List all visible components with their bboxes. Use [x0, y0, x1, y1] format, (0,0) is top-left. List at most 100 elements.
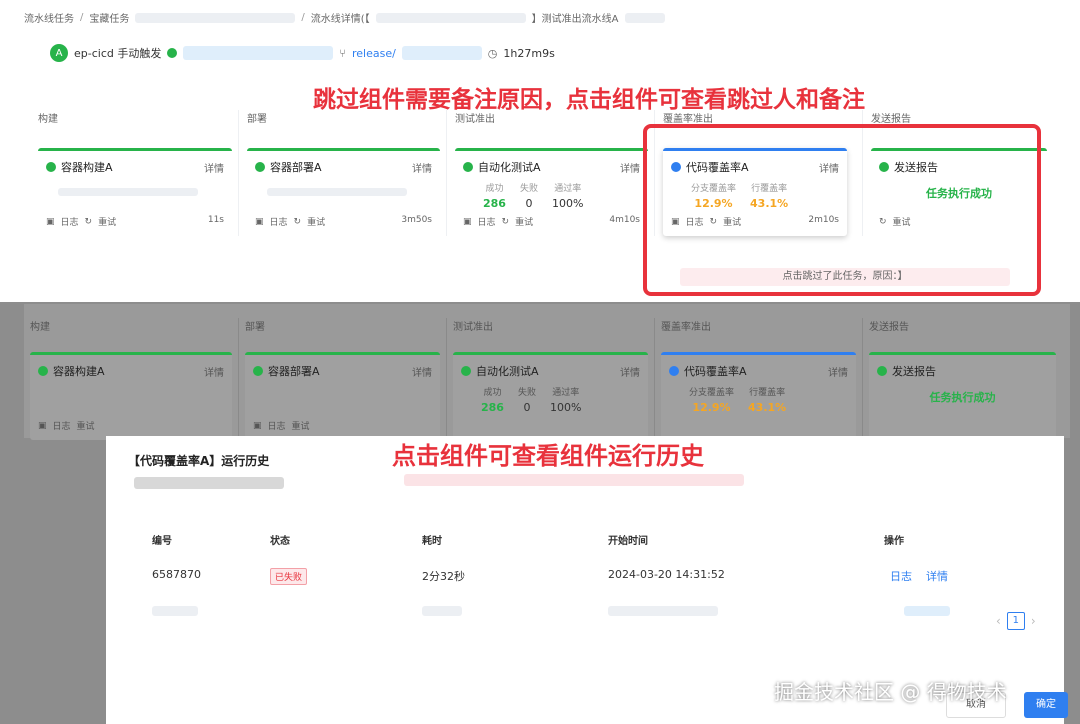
job-name: 自动化测试A: [476, 365, 539, 378]
redacted-commit: [183, 46, 334, 60]
branch-link[interactable]: release/: [352, 47, 396, 60]
log-link: 日志: [52, 422, 71, 432]
log-icon[interactable]: ▣: [463, 217, 472, 227]
dimmed-pipeline: 构建 容器构建A 详情 ▣ 日志 重试 部署 容器部署A 详情 ▣ 日志 重试 测试准出 自…: [24, 304, 1070, 440]
stage-deploy: 部署 容器部署A 详情 ▣ 日志 ↻ 重试 3m50s: [238, 110, 446, 236]
skipped-status-icon: [669, 366, 679, 376]
run-header: A ep-cicd 手动触发 ⑂ release/ ◷ 1h27m9s: [50, 44, 555, 62]
job-name: 代码覆盖率A: [684, 365, 747, 378]
run-duration: 1h27m9s: [503, 46, 555, 60]
column-header: 操作: [884, 536, 904, 547]
stage-build: 构建 容器构建A 详情 ▣ 日志 重试: [30, 318, 238, 440]
page-number[interactable]: 1: [1006, 612, 1025, 630]
prev-page-icon[interactable]: ‹: [996, 614, 1001, 628]
success-icon: [877, 366, 887, 376]
metric-value: 12.9%: [692, 401, 731, 414]
column-header: 编号: [152, 536, 172, 547]
redacted-text: [904, 606, 950, 616]
metric-label: 失败: [517, 388, 536, 398]
status-badge: 已失败: [270, 568, 308, 585]
log-icon[interactable]: ▣: [46, 217, 55, 227]
history-table: 编号 状态 耗时 开始时间 操作 6587870 已失败 2分32秒 2024-…: [152, 532, 1032, 640]
metric-value: 43.1%: [748, 401, 787, 414]
job-name: 发送报告: [892, 365, 936, 378]
job-card-deploy[interactable]: 容器部署A 详情 ▣ 日志 ↻ 重试 3m50s: [247, 148, 440, 236]
retry-link[interactable]: 重试: [98, 215, 116, 228]
job-card-build[interactable]: 容器构建A 详情 ▣ 日志 ↻ 重试 11s: [38, 148, 232, 236]
success-icon: [463, 162, 473, 172]
detail-link[interactable]: 详情: [204, 160, 224, 175]
detail-link: 详情: [412, 367, 432, 379]
log-icon[interactable]: ▣: [255, 217, 264, 227]
stage-report: 发送报告 发送报告 任务执行成功: [862, 318, 1062, 440]
job-card-test[interactable]: 自动化测试A 详情 成功 286 失败 0 通过率 100% ▣ 日志 ↻ 重试 4m10s: [455, 148, 648, 236]
highlight-box: [643, 124, 1041, 296]
redacted-text: [58, 188, 198, 196]
stage-title: 测试准出: [453, 322, 493, 333]
redacted-text: [375, 12, 526, 23]
success-icon: [461, 366, 471, 376]
detail-link[interactable]: 详情: [412, 160, 432, 175]
annotation-skip-hint: 跳过组件需要备注原因，点击组件可查看跳过人和备注: [313, 87, 865, 113]
detail-link: 详情: [204, 367, 224, 379]
retry-link: 重试: [291, 422, 310, 432]
stage-title: 部署: [245, 322, 265, 333]
job-card-test: 自动化测试A 详情 成功 286 失败 0 通过率 100%: [453, 352, 648, 440]
retry-link[interactable]: 重试: [515, 215, 533, 228]
column-header: 状态: [270, 536, 290, 547]
job-name: 容器部署A: [270, 161, 322, 174]
metric-value: 0: [525, 197, 533, 210]
metric-label: 失败: [519, 184, 538, 194]
log-icon: ▣: [38, 420, 47, 431]
user-avatar-icon: A: [50, 44, 68, 62]
run-duration: 2分32秒: [422, 570, 465, 583]
metric-value: 100%: [551, 197, 584, 210]
redacted-text: [267, 188, 407, 196]
breadcrumb-item: 】测试准出流水线A: [531, 14, 619, 25]
job-name: 容器构建A: [53, 365, 105, 378]
column-header: 耗时: [422, 536, 442, 547]
retry-icon[interactable]: ↻: [294, 217, 302, 227]
retry-link: 重试: [76, 422, 95, 432]
log-link[interactable]: 日志: [270, 215, 288, 228]
run-id: 6587870: [152, 568, 201, 581]
stage-title: 发送报告: [869, 322, 909, 333]
confirm-button[interactable]: 确定: [1024, 692, 1068, 718]
breadcrumb-item[interactable]: 流水线任务: [24, 10, 74, 25]
stage-test: 测试准出 自动化测试A 详情 成功 286 失败 0 通过率 100% ▣ 日志 ↻ 重试 …: [446, 110, 654, 236]
trigger-text: ep-cicd 手动触发: [74, 47, 162, 60]
stage-build: 构建 容器构建A 详情 ▣ 日志 ↻ 重试 11s: [30, 110, 238, 236]
log-icon: ▣: [253, 420, 262, 431]
detail-link[interactable]: 详情: [620, 160, 640, 175]
stage-test: 测试准出 自动化测试A 详情 成功 286 失败 0 通过率 100%: [446, 318, 654, 440]
success-status-icon: [167, 48, 178, 58]
metric-value: 286: [481, 401, 504, 414]
table-row[interactable]: 6587870 已失败 2分32秒 2024-03-20 14:31:52 日志…: [152, 568, 1032, 604]
stage-title: 部署: [247, 114, 267, 125]
job-name: 容器部署A: [268, 365, 320, 378]
log-link[interactable]: 日志: [61, 215, 79, 228]
metric-label: 通过率: [554, 184, 582, 194]
breadcrumb-item[interactable]: 流水线详情(【: [311, 10, 370, 25]
stage-title: 构建: [30, 322, 50, 333]
detail-link[interactable]: 详情: [926, 570, 948, 583]
metric-label: 通过率: [552, 388, 580, 398]
stage-title: 构建: [38, 114, 58, 125]
breadcrumb-item[interactable]: 宝藏任务: [89, 10, 129, 25]
redacted-text: [134, 477, 284, 489]
retry-link[interactable]: 重试: [307, 215, 325, 228]
log-link[interactable]: 日志: [890, 570, 912, 583]
job-card-report: 发送报告 任务执行成功: [869, 352, 1056, 440]
job-duration: 4m10s: [609, 215, 640, 225]
stage-title: 覆盖率准出: [661, 322, 711, 333]
retry-icon[interactable]: ↻: [502, 217, 510, 227]
next-page-icon[interactable]: ›: [1031, 614, 1036, 628]
retry-icon[interactable]: ↻: [85, 217, 93, 227]
job-card-deploy: 容器部署A 详情 ▣ 日志 重试: [245, 352, 440, 440]
stage-coverage: 覆盖率准出 代码覆盖率A 详情 分支覆盖率 12.9% 行覆盖率 43.1%: [654, 318, 862, 440]
annotation-history-hint: 点击组件可查看组件运行历史: [392, 442, 704, 470]
table-row-redacted: [152, 604, 1032, 640]
log-link[interactable]: 日志: [478, 215, 496, 228]
redacted-text: [608, 606, 718, 616]
metric-value: 0: [523, 401, 531, 414]
